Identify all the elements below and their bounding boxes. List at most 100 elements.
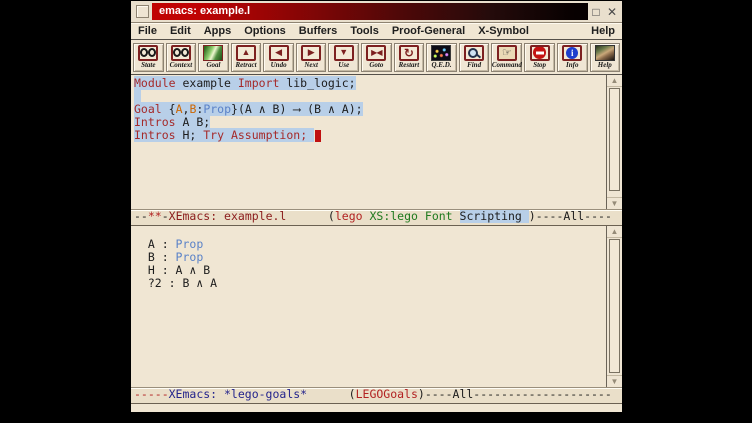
title-bar[interactable]: emacs: example.l □ ✕ [131, 1, 622, 23]
text-segment: - [162, 209, 169, 223]
minibuffer[interactable] [131, 404, 622, 412]
text-segment: ** [148, 209, 162, 223]
toolbar-button-label: Stop [533, 61, 546, 69]
toolbar-button-label: Goto [369, 61, 383, 69]
text-segment: example [176, 76, 238, 90]
menu-file[interactable]: File [138, 25, 157, 37]
text-segment: ( [328, 209, 335, 223]
scrollbar-thumb[interactable] [609, 88, 620, 191]
window-title: emacs: example.l [152, 3, 588, 20]
toolbar-button-find[interactable]: Find [459, 43, 490, 72]
text-segment: Prop [176, 250, 204, 264]
window-menu-button[interactable] [136, 5, 149, 18]
scrollbar-track[interactable] [607, 87, 622, 197]
picture-green-icon [203, 45, 223, 61]
scroll-up-icon[interactable]: ▲ [607, 75, 622, 87]
text-segment: Goal [134, 102, 162, 116]
script-scrollbar[interactable]: ▲ ▼ [606, 75, 622, 209]
toolbar-button-command[interactable]: Command [491, 43, 522, 72]
text-segment: A B; [176, 115, 211, 129]
toolbar-button-help[interactable]: Help [590, 43, 621, 72]
menu-apps[interactable]: Apps [204, 25, 232, 37]
toolbar-button-qed[interactable]: Q.E.D. [426, 43, 457, 72]
toolbar-button-label: Find [467, 61, 481, 69]
toolbar-button-label: Retract [236, 61, 257, 69]
maximize-icon[interactable]: □ [588, 4, 604, 20]
fireworks-icon [431, 45, 451, 61]
text-segment [307, 387, 349, 401]
toolbar-button-goto[interactable]: Goto [361, 43, 392, 72]
menu-buffers[interactable]: Buffers [299, 25, 338, 37]
text-segment: B : [134, 250, 176, 264]
toolbar-button-label: State [141, 61, 155, 69]
magnifier-icon [464, 45, 484, 61]
text-segment: ( [349, 387, 356, 401]
toolbar-button-state[interactable]: State [133, 43, 164, 72]
text-segment: ----- [134, 387, 169, 401]
buffer-line: Module example Import lib_logic; [134, 77, 606, 90]
script-buffer-window: Module example Import lib_logic; Goal {A… [131, 75, 622, 209]
text-segment: -- [134, 209, 148, 223]
toolbar-button-label: Context [170, 61, 193, 69]
text-segment: ?2 : B ∧ A [134, 276, 217, 290]
goals-scrollbar[interactable]: ▲ ▼ [606, 226, 622, 387]
text-segment: )----All---- [529, 209, 612, 223]
scrollbar-track[interactable] [607, 238, 622, 375]
text-segment: Prop [176, 237, 204, 251]
toolbar-button-retract[interactable]: Retract [231, 43, 262, 72]
tri-up-icon [236, 45, 256, 61]
menu-proof-general[interactable]: Proof-General [392, 25, 465, 37]
scroll-down-icon[interactable]: ▼ [607, 375, 622, 387]
toolbar-button-undo[interactable]: Undo [263, 43, 294, 72]
menu-help[interactable]: Help [591, 25, 615, 37]
text-segment: A [176, 102, 183, 116]
text-segment [453, 209, 460, 223]
toolbar-button-context[interactable]: Context [166, 43, 197, 72]
menu-x-symbol[interactable]: X-Symbol [478, 25, 529, 37]
text-segment: lib_logic; [279, 76, 355, 90]
script-buffer[interactable]: Module example Import lib_logic; Goal {A… [131, 75, 606, 209]
toolbar-button-next[interactable]: Next [296, 43, 327, 72]
text-segment: Import [238, 76, 280, 90]
text-segment: Scripting [460, 209, 529, 223]
text-segment: Font [425, 209, 453, 223]
close-icon[interactable]: ✕ [604, 4, 620, 20]
toolbar-button-use[interactable]: Use [328, 43, 359, 72]
menu-options[interactable]: Options [244, 25, 286, 37]
xemacs-frame: emacs: example.l □ ✕ File Edit Apps Options… [130, 0, 623, 413]
toolbar-button-stop[interactable]: Stop [524, 43, 555, 72]
toolbar-button-info[interactable]: Info [557, 43, 588, 72]
glasses-icon [138, 45, 158, 61]
text-segment: LEGOGoals [356, 387, 418, 401]
goals-modeline[interactable]: -----XEmacs: *lego-goals* (LEGOGoals)---… [131, 387, 622, 404]
text-segment: Prop [203, 102, 231, 116]
goals-buffer[interactable]: A : Prop B : Prop H : A ∧ B ?2 : B ∧ A [131, 226, 606, 387]
toolbar-button-goal[interactable]: Goal [198, 43, 229, 72]
circular-arrow-icon [399, 45, 419, 61]
text-segment: Try [203, 128, 224, 142]
scroll-up-icon[interactable]: ▲ [607, 226, 622, 238]
text-segment: Module [134, 76, 176, 90]
text-cursor [315, 130, 321, 142]
toolbar: State Context Goal Retract Undo NextUse Goto Re… [131, 40, 622, 75]
goals-buffer-window: A : Prop B : Prop H : A ∧ B ?2 : B ∧ A ▲… [131, 226, 622, 387]
text-segment: Assumption; [224, 128, 314, 142]
script-modeline[interactable]: --**-XEmacs: example.l (lego XS:lego Fon… [131, 209, 622, 226]
toolbar-button-restart[interactable]: Restart [394, 43, 425, 72]
scroll-down-icon[interactable]: ▼ [607, 197, 622, 209]
menu-tools[interactable]: Tools [350, 25, 379, 37]
pointing-hand-icon [497, 45, 517, 61]
toolbar-button-label: Goal [206, 61, 220, 69]
no-entry-icon [530, 45, 550, 61]
text-segment: H; [176, 128, 204, 142]
text-segment: A : [134, 237, 176, 251]
text-segment: XEmacs: example.l [169, 209, 287, 223]
toolbar-button-label: Undo [271, 61, 287, 69]
tri-right-icon [301, 45, 321, 61]
tri-down-icon [334, 45, 354, 61]
info-icon [562, 45, 582, 61]
scrollbar-thumb[interactable] [609, 239, 620, 373]
toolbar-button-label: Q.E.D. [431, 61, 451, 69]
toolbar-button-label: Command [492, 61, 522, 69]
menu-edit[interactable]: Edit [170, 25, 191, 37]
